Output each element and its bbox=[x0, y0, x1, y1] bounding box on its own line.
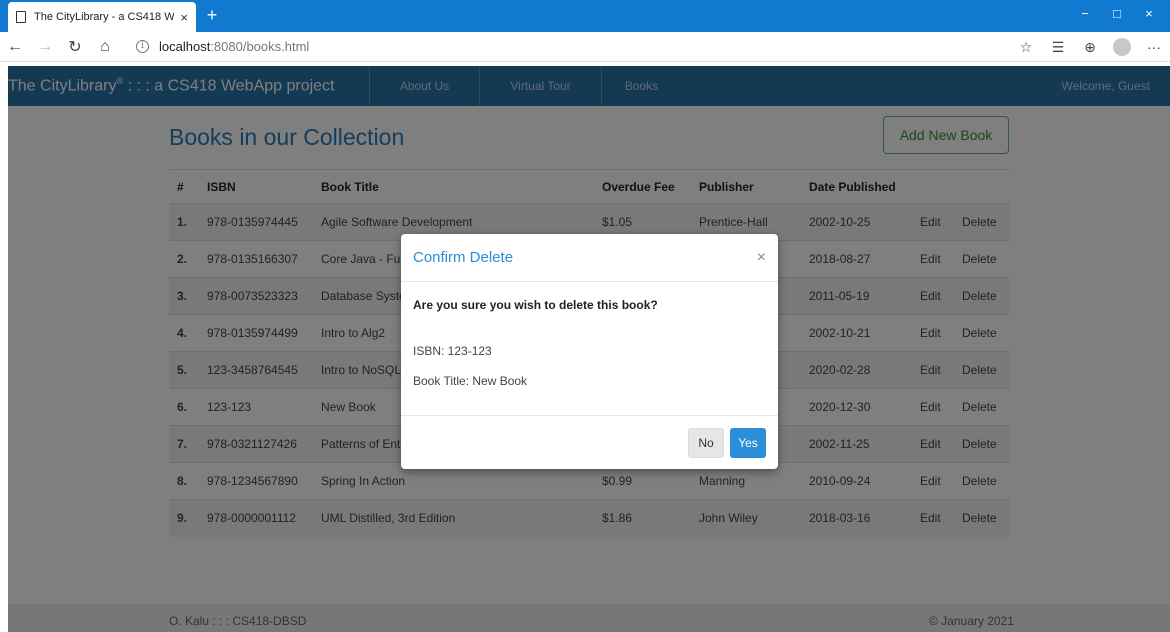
maximize-button[interactable]: □ bbox=[1104, 6, 1130, 21]
info-icon[interactable]: i bbox=[136, 40, 149, 53]
url-path: :8080/books.html bbox=[210, 39, 310, 54]
profile-avatar[interactable] bbox=[1113, 38, 1131, 56]
forward-button[interactable]: → bbox=[30, 38, 60, 56]
refresh-button[interactable]: ↻ bbox=[60, 37, 90, 57]
collections-icon[interactable]: ⊕ bbox=[1074, 39, 1106, 56]
modal-isbn: ISBN: 123-123 bbox=[413, 344, 492, 358]
modal-footer: No Yes bbox=[401, 415, 778, 469]
url-field[interactable]: i localhost:8080/books.html bbox=[136, 39, 309, 54]
modal-body: Are you sure you wish to delete this boo… bbox=[401, 282, 778, 415]
modal-question: Are you sure you wish to delete this boo… bbox=[413, 298, 658, 312]
browser-tab[interactable]: The CityLibrary - a CS418 WebAp × bbox=[8, 2, 196, 32]
tab-close-icon[interactable]: × bbox=[180, 10, 188, 25]
new-tab-button[interactable]: + bbox=[200, 4, 224, 28]
yes-button[interactable]: Yes bbox=[730, 427, 766, 458]
minimize-button[interactable]: − bbox=[1072, 6, 1098, 21]
add-favorite-icon[interactable]: ☆ bbox=[1010, 39, 1042, 56]
more-menu-icon[interactable]: ··· bbox=[1138, 39, 1170, 55]
back-button[interactable]: ← bbox=[0, 38, 30, 56]
no-button[interactable]: No bbox=[688, 427, 724, 458]
favorites-icon[interactable]: ☰ bbox=[1042, 39, 1074, 56]
browser-tabstrip: The CityLibrary - a CS418 WebAp × + − □ … bbox=[0, 0, 1170, 32]
url-host: localhost bbox=[159, 39, 211, 54]
close-icon[interactable]: × bbox=[757, 249, 766, 267]
tab-title: The CityLibrary - a CS418 WebAp bbox=[34, 11, 175, 23]
page-icon bbox=[16, 11, 26, 23]
home-button[interactable]: ⌂ bbox=[90, 38, 120, 56]
browser-toolbar: ☆ ☰ ⊕ ··· bbox=[1010, 32, 1170, 62]
close-window-button[interactable]: × bbox=[1136, 6, 1162, 21]
confirm-delete-dialog: Confirm Delete × Are you sure you wish t… bbox=[401, 234, 778, 469]
modal-header: Confirm Delete × bbox=[401, 234, 778, 282]
modal-title: Confirm Delete bbox=[413, 249, 514, 266]
modal-book-title: Book Title: New Book bbox=[413, 374, 528, 388]
address-bar: ← → ↻ ⌂ i localhost:8080/books.html ☆ ☰ … bbox=[0, 32, 1170, 62]
